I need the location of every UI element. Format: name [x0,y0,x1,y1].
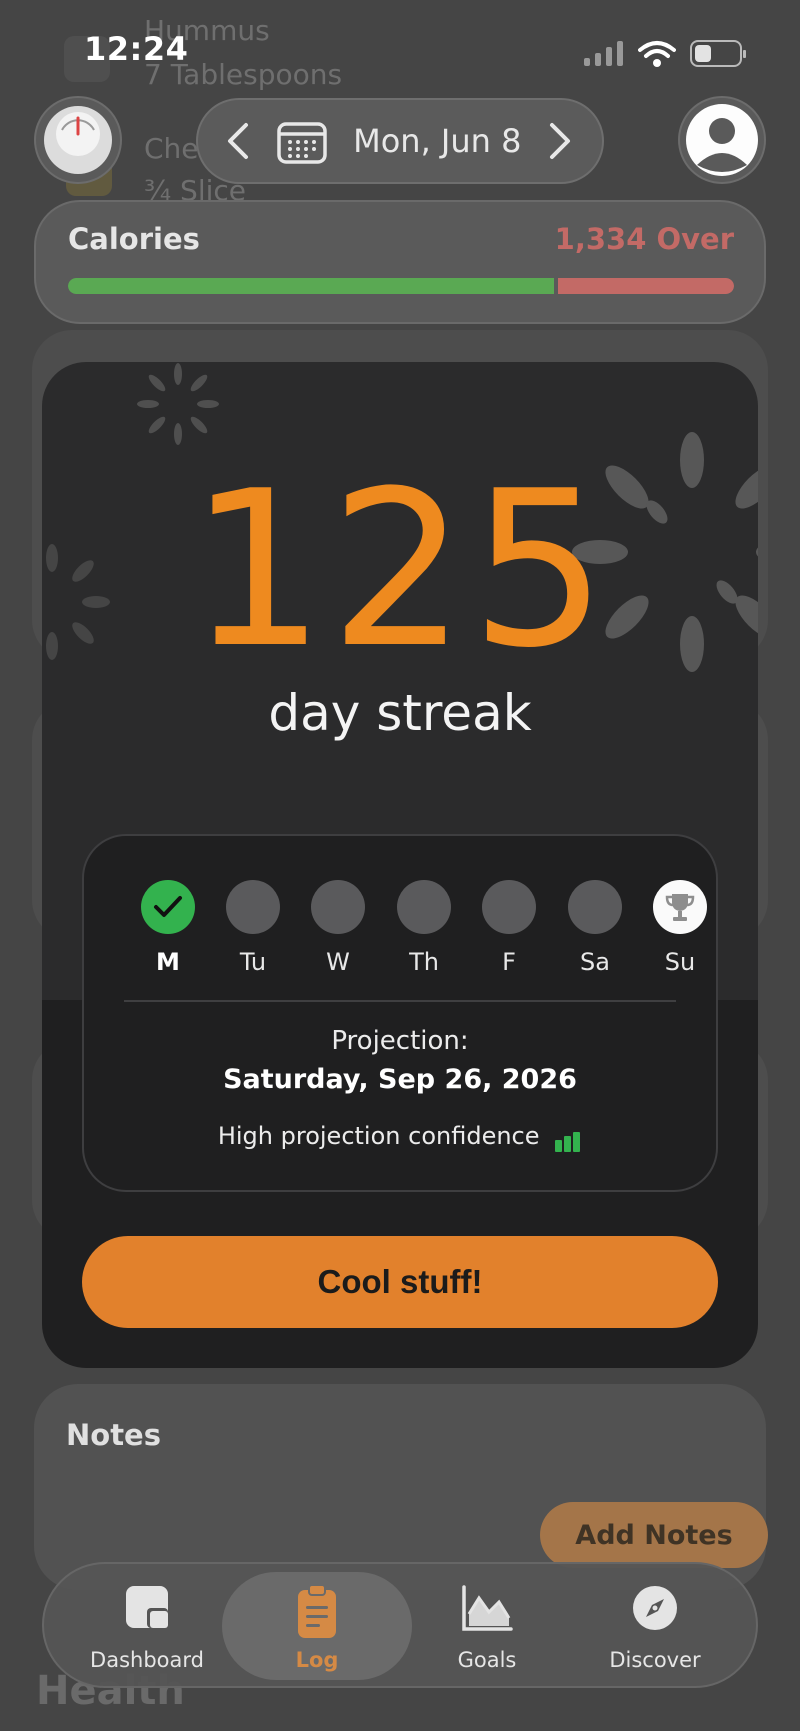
day-label: Sa [580,948,610,976]
projection-label: Projection: [331,1026,469,1056]
background-food-name: Che [144,132,199,165]
tab-discover[interactable]: Discover [570,1564,740,1686]
streak-label: day streak [268,684,532,742]
confidence-bars-icon [555,1124,582,1152]
tab-goals[interactable]: Goals [402,1564,572,1686]
confidence-text: High projection confidence [217,1122,540,1150]
day-indicator-pending [482,880,536,934]
day-monday: M [140,880,196,976]
day-label: Tu [239,948,267,976]
tab-label: Goals [457,1648,517,1672]
trophy-icon [665,894,695,921]
compass-icon [633,1586,677,1630]
tab-label: Discover [609,1648,701,1672]
cellular-signal-icon [584,40,626,66]
current-date[interactable]: Mon, Jun 8 [353,122,521,160]
calories-over-status: 1,334 Over [554,222,734,256]
tab-label: Dashboard [90,1648,204,1672]
day-wednesday: W [310,880,366,976]
add-notes-button[interactable]: Add Notes [540,1502,768,1568]
bottom-tab-bar: Dashboard Log Goals Discover [42,1562,758,1688]
day-indicator-pending [311,880,365,934]
tab-label: Log [295,1648,339,1672]
cool-stuff-button[interactable]: Cool stuff! [82,1236,718,1328]
chevron-left-icon[interactable] [226,121,250,161]
day-tuesday: Tu [225,880,281,976]
day-label: M [156,948,180,976]
day-indicator-goal [653,880,707,934]
notes-card: Notes Add Notes [34,1384,768,1590]
day-indicator-pending [568,880,622,934]
streak-modal: 125 day streak M Tu W Th F Sa Su Project… [42,362,758,1368]
profile-button[interactable] [678,96,766,184]
streak-count: 125 [188,444,612,695]
date-navigator: Mon, Jun 8 [196,98,604,184]
calories-title: Calories [68,222,200,256]
day-sunday: Su [652,880,708,976]
chevron-right-icon[interactable] [548,121,572,161]
dashboard-icon [126,1586,168,1628]
day-label: F [502,948,516,976]
projection-date: Saturday, Sep 26, 2026 [223,1064,577,1095]
clipboard-icon [298,1584,336,1638]
day-label: Th [409,948,439,976]
weigh-in-button[interactable] [34,96,122,184]
day-indicator-completed [141,880,195,934]
status-time: 12:24 [84,30,189,68]
calendar-icon[interactable] [276,118,327,164]
battery-icon [690,40,746,67]
chart-icon [462,1585,513,1631]
calories-progress-consumed [68,278,555,294]
day-saturday: Sa [567,880,623,976]
calories-progress-over [558,278,734,294]
week-progress-card: M Tu W Th F Sa Su Projection: Saturday, … [82,834,718,1192]
projection-confidence: High projection confidence [84,1122,716,1152]
day-indicator-pending [397,880,451,934]
day-indicator-pending [226,880,280,934]
calories-card[interactable]: Calories 1,334 Over [34,200,766,324]
calories-progress-bar [68,278,734,294]
tab-log[interactable]: Log [222,1572,412,1680]
tab-dashboard[interactable]: Dashboard [62,1564,232,1686]
day-label: Su [664,948,696,976]
notes-title: Notes [66,1418,161,1452]
scale-icon [44,106,112,174]
day-friday: F [481,880,537,976]
day-label: W [326,948,350,976]
wifi-icon [638,41,676,67]
avatar-icon [686,104,758,176]
week-card-divider [124,1000,676,1002]
day-thursday: Th [396,880,452,976]
checkmark-icon [154,896,182,917]
